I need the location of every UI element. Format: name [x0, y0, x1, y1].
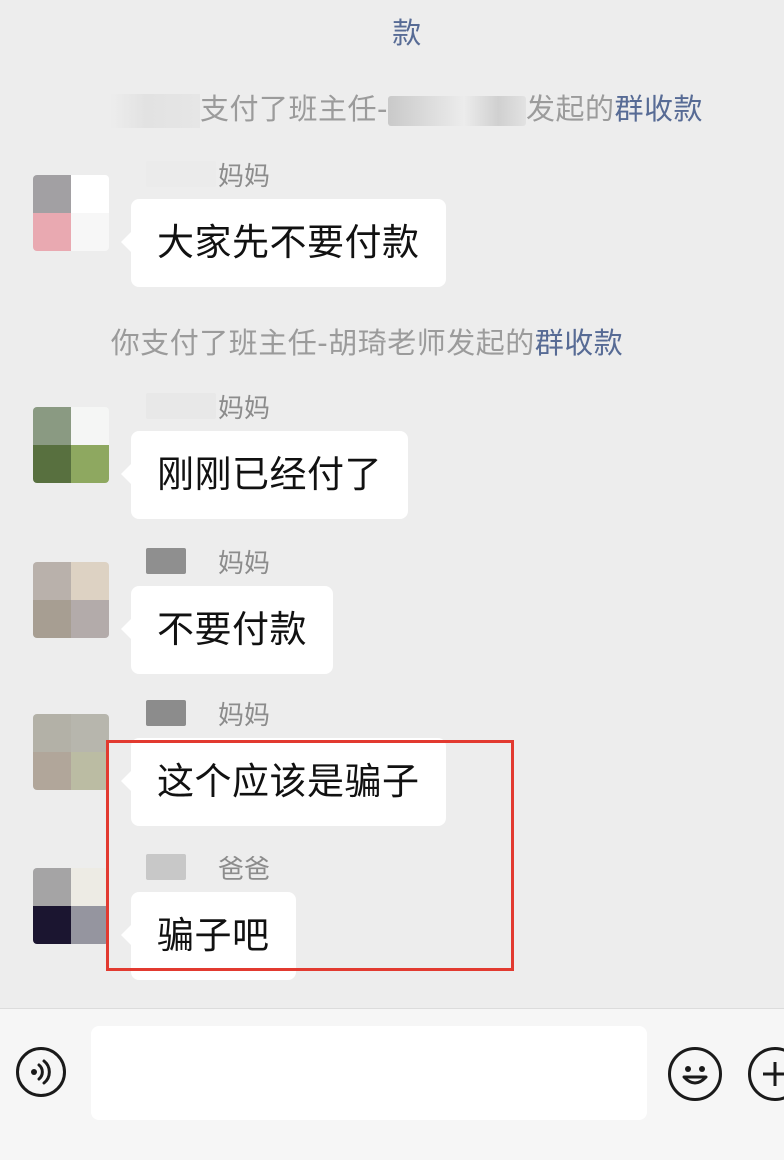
- sender-name: 妈妈: [146, 544, 271, 579]
- system-text-prefix: 支付了班主任-: [200, 92, 388, 126]
- sender-name: 妈妈: [146, 696, 271, 731]
- voice-icon: [31, 1059, 51, 1085]
- sender-label: 妈妈: [218, 161, 271, 192]
- sender-label: 妈妈: [218, 393, 271, 424]
- message-bubble[interactable]: 刚刚已经付了: [121, 431, 408, 519]
- highlight-annotation-box: [106, 740, 514, 971]
- redacted-teacher-name: [387, 96, 526, 126]
- sender-label: 妈妈: [218, 548, 271, 579]
- avatar[interactable]: [33, 562, 109, 638]
- system-text-suffix: 发起的: [525, 92, 615, 126]
- avatar[interactable]: [33, 175, 109, 251]
- more-button[interactable]: [748, 1047, 784, 1101]
- redacted-sender: [146, 161, 216, 187]
- system-text: 你支付了班主任-胡琦老师发起的: [110, 326, 535, 360]
- sender-name: 妈妈: [146, 157, 271, 192]
- message-input[interactable]: [91, 1026, 647, 1120]
- message-bubble[interactable]: 大家先不要付款: [121, 199, 446, 287]
- redacted-sender: [146, 393, 216, 419]
- chat-input-bar: [0, 1008, 784, 1160]
- system-message-partial: 款: [0, 10, 784, 52]
- avatar[interactable]: [33, 714, 109, 790]
- emoji-icon: [682, 1066, 708, 1085]
- group-collection-link[interactable]: 群收款: [614, 92, 703, 126]
- message-bubble[interactable]: 不要付款: [121, 586, 333, 674]
- plus-icon: [763, 1062, 784, 1086]
- group-collection-link[interactable]: 群收款: [535, 326, 624, 360]
- redacted-sender: [146, 548, 186, 574]
- group-collection-link-partial[interactable]: 款: [392, 16, 422, 50]
- sender-name: 妈妈: [146, 389, 271, 424]
- emoji-button[interactable]: [668, 1047, 722, 1101]
- redacted-name: [110, 94, 200, 128]
- chat-message-area[interactable]: 款 支付了班主任- 发起的群收款 妈妈 大家先不要付款 你支付了班主任-胡琦老师发…: [0, 0, 784, 1008]
- redacted-sender: [146, 700, 186, 726]
- avatar[interactable]: [33, 407, 109, 483]
- sender-label: 妈妈: [218, 700, 271, 731]
- system-message-payment-self: 你支付了班主任-胡琦老师发起的群收款: [0, 320, 784, 362]
- avatar[interactable]: [33, 868, 109, 944]
- system-message-payment: 支付了班主任- 发起的群收款: [0, 86, 784, 128]
- voice-button[interactable]: [16, 1047, 66, 1097]
